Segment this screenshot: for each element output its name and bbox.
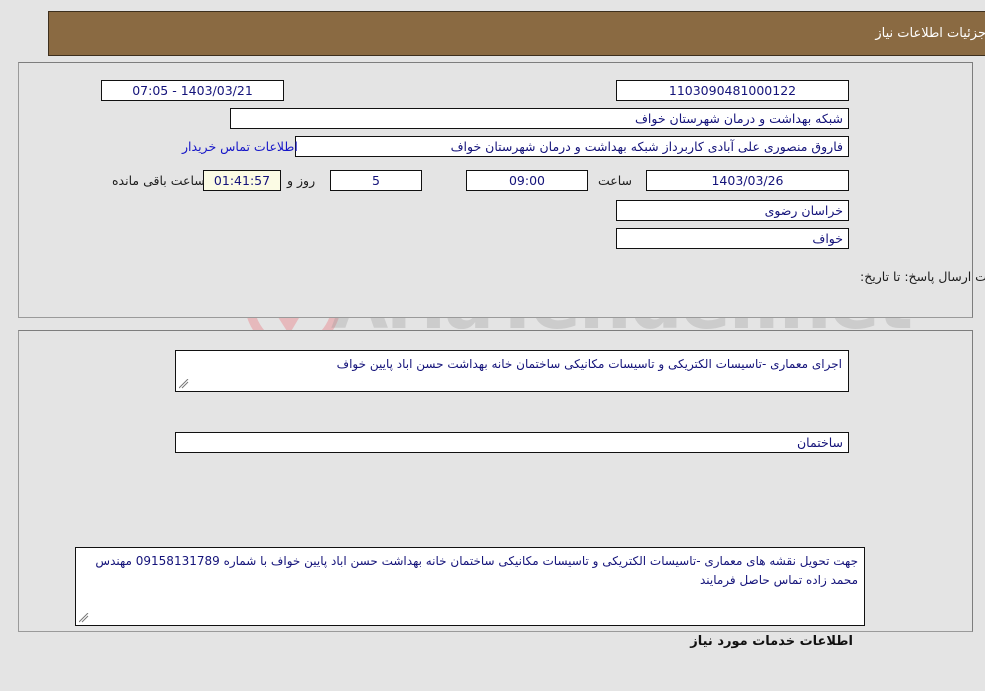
deadline-label: مهلت ارسال پاسخ: تا تاریخ: bbox=[860, 269, 985, 284]
resize-grip-icon-notes[interactable] bbox=[79, 613, 89, 623]
request-creator-row: ایجاد کننده درخواست: bbox=[860, 228, 985, 243]
deadline-countdown-label: ساعت باقی مانده bbox=[112, 173, 205, 188]
buyer-org-value: شبکه بهداشت و درمان شهرستان خواف bbox=[230, 108, 849, 129]
deadline-time-label: ساعت bbox=[598, 173, 633, 188]
page-root: AriaTender.net جزئیات اطلاعات نیاز شماره… bbox=[0, 0, 985, 691]
general-description-textarea[interactable]: اجرای معماری -تاسیسات الکتریکی و تاسیسات… bbox=[175, 350, 849, 392]
province-value: خراسان رضوی bbox=[616, 200, 849, 221]
process-type-options: جزیی متوسط bbox=[716, 489, 985, 504]
buyer-notes-textarea[interactable]: جهت تحویل نقشه های معماری -تاسیسات الکتر… bbox=[75, 547, 865, 626]
services-section-title: اطلاعات خدمات مورد نیاز bbox=[690, 634, 853, 649]
deadline-time: 09:00 bbox=[466, 170, 588, 191]
page-title: جزئیات اطلاعات نیاز bbox=[875, 26, 985, 41]
page-header: جزئیات اطلاعات نیاز bbox=[48, 11, 985, 56]
need-number-row: شماره نیاز: bbox=[860, 127, 985, 142]
buyer-notes-value: جهت تحویل نقشه های معماری -تاسیسات الکتر… bbox=[95, 554, 858, 587]
service-group-value: ساختمان bbox=[175, 432, 849, 453]
province-row: استان محل تحویل: bbox=[860, 322, 985, 337]
city-value: خواف bbox=[616, 228, 849, 249]
general-description-row: شرح کلی نیاز: bbox=[860, 587, 985, 602]
need-number-value: 1103090481000122 bbox=[616, 80, 849, 101]
deadline-date: 1403/03/26 bbox=[646, 170, 849, 191]
general-description-value: اجرای معماری -تاسیسات الکتریکی و تاسیسات… bbox=[336, 357, 842, 371]
deadline-label-wrap: مهلت ارسال پاسخ: تا تاریخ: bbox=[860, 269, 985, 284]
deadline-days-label: روز و bbox=[287, 173, 316, 188]
category-row: طبقه بندی موضوعی: bbox=[860, 412, 985, 427]
public-announce-value: 1403/03/21 - 07:05 bbox=[101, 80, 284, 101]
buyer-org-row: نام دستگاه خریدار: bbox=[860, 185, 985, 200]
process-type-row: نوع فرآیند خرید : bbox=[860, 474, 985, 489]
request-creator-value: فاروق منصوری علی آبادی کاربرداز شبکه بهد… bbox=[295, 136, 849, 157]
deadline-countdown: 01:41:57 bbox=[203, 170, 281, 191]
treasury-docs-checkbox-row[interactable]: پرداخت تمام یا بخشی از مبلغ خرید،از محل … bbox=[480, 504, 985, 519]
city-row: شهر محل تحویل: bbox=[860, 365, 985, 380]
buyer-contact-link[interactable]: اطلاعات تماس خریدار bbox=[182, 139, 298, 154]
deadline-days: 5 bbox=[330, 170, 422, 191]
resize-grip-icon[interactable] bbox=[179, 379, 189, 389]
